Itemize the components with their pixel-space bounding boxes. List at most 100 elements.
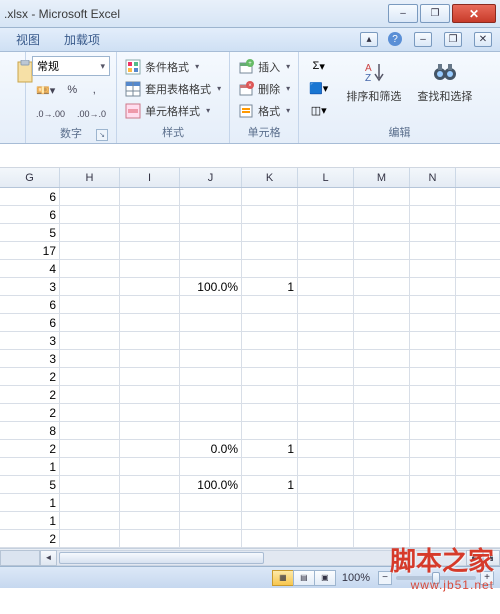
- cell[interactable]: [180, 422, 242, 439]
- cell[interactable]: [298, 260, 354, 277]
- cell[interactable]: [410, 206, 456, 223]
- workbook-close-button[interactable]: ✕: [474, 32, 492, 47]
- cell[interactable]: [120, 422, 180, 439]
- cell[interactable]: 3: [0, 332, 60, 349]
- cell[interactable]: [410, 260, 456, 277]
- cell-styles-button[interactable]: 单元格样式▾: [123, 100, 223, 121]
- cell[interactable]: [410, 512, 456, 529]
- cell[interactable]: 1: [0, 458, 60, 475]
- cell[interactable]: [354, 386, 410, 403]
- format-cells-button[interactable]: 格式▾: [236, 100, 292, 121]
- cell[interactable]: [298, 530, 354, 547]
- cell[interactable]: [180, 530, 242, 547]
- cell[interactable]: [120, 206, 180, 223]
- cell[interactable]: [410, 494, 456, 511]
- cell[interactable]: [298, 422, 354, 439]
- cell[interactable]: [354, 440, 410, 457]
- cell[interactable]: [242, 224, 298, 241]
- conditional-formatting-button[interactable]: 条件格式▾: [123, 56, 223, 77]
- cell[interactable]: [298, 188, 354, 205]
- cell[interactable]: [60, 350, 120, 367]
- column-header-L[interactable]: L: [298, 168, 354, 187]
- cell[interactable]: [354, 422, 410, 439]
- cell[interactable]: [410, 458, 456, 475]
- cell[interactable]: [298, 458, 354, 475]
- cell[interactable]: [354, 476, 410, 493]
- cell[interactable]: [60, 512, 120, 529]
- cell[interactable]: [242, 512, 298, 529]
- cell[interactable]: [298, 206, 354, 223]
- cell[interactable]: [298, 296, 354, 313]
- cell[interactable]: [60, 440, 120, 457]
- cell[interactable]: [60, 206, 120, 223]
- cell[interactable]: 2: [0, 404, 60, 421]
- help-button[interactable]: ?: [388, 32, 402, 46]
- horizontal-scrollbar[interactable]: ◄ ► ▮: [0, 548, 500, 566]
- fill-button[interactable]: 🟦▾: [305, 78, 332, 98]
- cell[interactable]: 4: [0, 260, 60, 277]
- cell[interactable]: [60, 332, 120, 349]
- cell[interactable]: [120, 296, 180, 313]
- cell[interactable]: 6: [0, 296, 60, 313]
- cell[interactable]: [298, 332, 354, 349]
- column-header-M[interactable]: M: [354, 168, 410, 187]
- cell[interactable]: [242, 260, 298, 277]
- cell[interactable]: [60, 494, 120, 511]
- cell[interactable]: 1: [242, 278, 298, 295]
- cell[interactable]: [180, 386, 242, 403]
- cell[interactable]: [180, 260, 242, 277]
- cell[interactable]: [60, 530, 120, 547]
- cell[interactable]: 1: [0, 512, 60, 529]
- column-header-J[interactable]: J: [180, 168, 242, 187]
- cell[interactable]: [298, 278, 354, 295]
- cell[interactable]: [242, 386, 298, 403]
- cell[interactable]: [242, 242, 298, 259]
- cell[interactable]: [180, 224, 242, 241]
- cell[interactable]: [120, 530, 180, 547]
- sheet-tab-split[interactable]: [0, 550, 40, 566]
- cell[interactable]: [242, 206, 298, 223]
- cell[interactable]: [180, 368, 242, 385]
- cell[interactable]: [120, 440, 180, 457]
- cell[interactable]: 100.0%: [180, 476, 242, 493]
- cell[interactable]: 17: [0, 242, 60, 259]
- cell[interactable]: [298, 512, 354, 529]
- spreadsheet-grid[interactable]: 6651743100.0%16633222820.0%115100.0%1112: [0, 188, 500, 548]
- cell[interactable]: [180, 188, 242, 205]
- scroll-end-button[interactable]: ▮: [483, 550, 500, 566]
- cell[interactable]: [60, 278, 120, 295]
- cell[interactable]: 0.0%: [180, 440, 242, 457]
- cell[interactable]: [60, 404, 120, 421]
- cell[interactable]: [120, 386, 180, 403]
- cell[interactable]: [410, 440, 456, 457]
- delete-cells-button[interactable]: ×删除▾: [236, 78, 292, 99]
- cell[interactable]: [354, 332, 410, 349]
- clear-button[interactable]: ◫▾: [305, 100, 332, 120]
- minimize-button[interactable]: –: [388, 4, 418, 23]
- cell[interactable]: [410, 296, 456, 313]
- cell[interactable]: [410, 224, 456, 241]
- cell[interactable]: [120, 458, 180, 475]
- cell[interactable]: 8: [0, 422, 60, 439]
- cell[interactable]: [60, 386, 120, 403]
- cell[interactable]: [120, 314, 180, 331]
- format-as-table-button[interactable]: 套用表格格式▾: [123, 78, 223, 99]
- cell[interactable]: [242, 458, 298, 475]
- cell[interactable]: 6: [0, 188, 60, 205]
- cell[interactable]: 6: [0, 206, 60, 223]
- cell[interactable]: [60, 260, 120, 277]
- cell[interactable]: 5: [0, 476, 60, 493]
- cell[interactable]: 100.0%: [180, 278, 242, 295]
- cell[interactable]: [354, 188, 410, 205]
- cell[interactable]: [242, 350, 298, 367]
- cell[interactable]: [354, 296, 410, 313]
- close-button[interactable]: ✕: [452, 4, 496, 23]
- maximize-button[interactable]: ❐: [420, 4, 450, 23]
- cell[interactable]: [242, 296, 298, 313]
- decrease-decimal-button[interactable]: .00→.0: [73, 104, 110, 124]
- cell[interactable]: [180, 332, 242, 349]
- comma-format-button[interactable]: ,: [85, 80, 103, 100]
- normal-view-button[interactable]: ▦: [272, 570, 294, 586]
- column-header-H[interactable]: H: [60, 168, 120, 187]
- cell[interactable]: [354, 350, 410, 367]
